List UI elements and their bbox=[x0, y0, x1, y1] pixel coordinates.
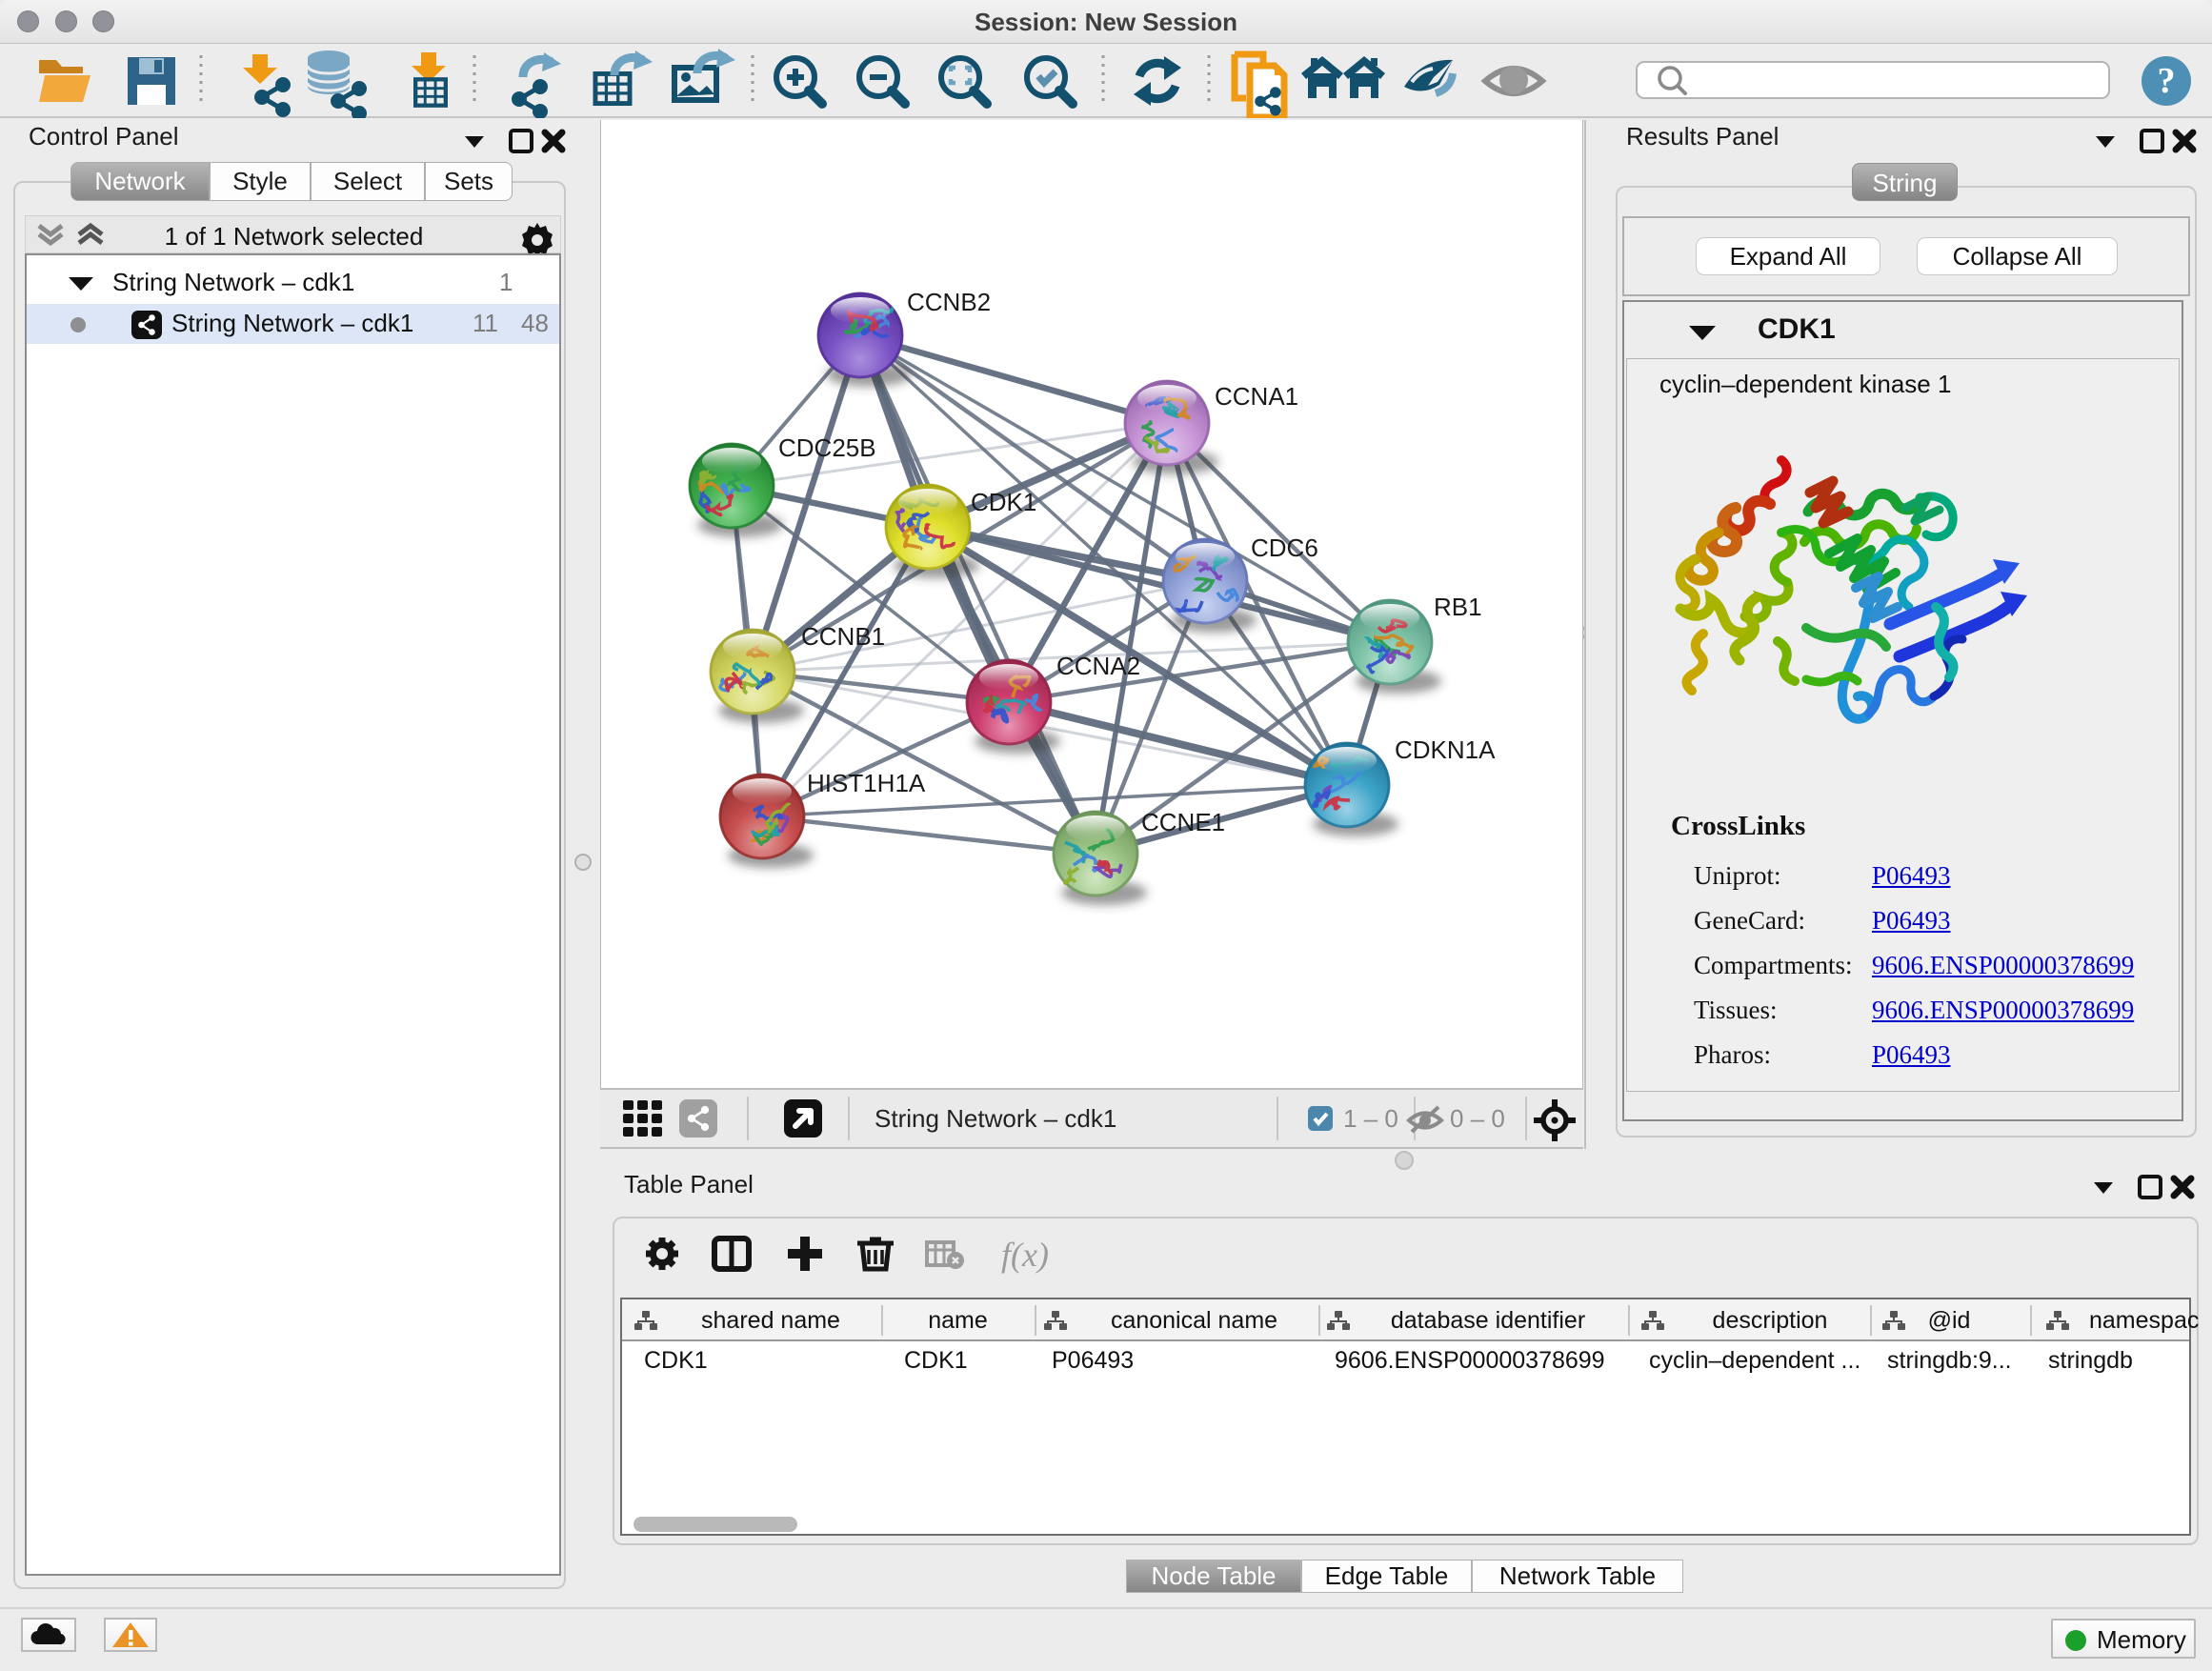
svg-text:String Network – cdk1: String Network – cdk1 bbox=[875, 1104, 1116, 1133]
svg-text:CDK1: CDK1 bbox=[971, 488, 1036, 516]
svg-text:1 – 0: 1 – 0 bbox=[1343, 1104, 1398, 1133]
svg-text:RB1: RB1 bbox=[1434, 593, 1482, 621]
svg-text:CDC6: CDC6 bbox=[1251, 534, 1318, 562]
svg-text:CDKN1A: CDKN1A bbox=[1395, 735, 1496, 764]
svg-text:f(x): f(x) bbox=[1001, 1236, 1049, 1274]
svg-text:HIST1H1A: HIST1H1A bbox=[807, 769, 926, 797]
svg-text:CDC25B: CDC25B bbox=[778, 433, 876, 462]
svg-text:CCNE1: CCNE1 bbox=[1141, 808, 1225, 836]
svg-text:0 – 0: 0 – 0 bbox=[1450, 1104, 1505, 1133]
svg-text:CCNA1: CCNA1 bbox=[1215, 382, 1298, 411]
svg-text:CCNB1: CCNB1 bbox=[801, 622, 885, 651]
svg-text:CCNA2: CCNA2 bbox=[1056, 652, 1140, 680]
svg-text:CCNB2: CCNB2 bbox=[907, 288, 991, 316]
